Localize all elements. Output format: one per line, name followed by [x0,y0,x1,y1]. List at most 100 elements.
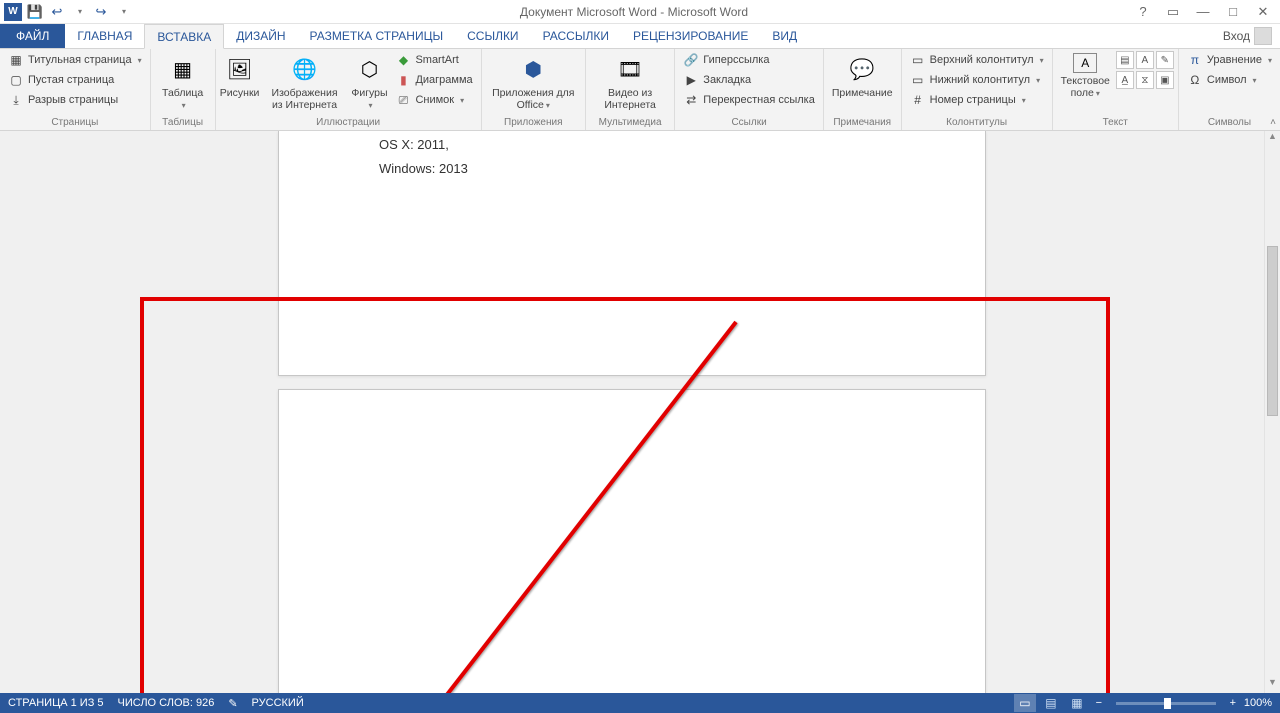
document-page-2[interactable] [278,389,986,693]
screenshot-button[interactable]: ⎚Снимок [391,91,476,109]
view-weblayout-button[interactable]: ▦ [1066,694,1088,712]
object-button[interactable]: ▣ [1156,71,1174,89]
tab-references[interactable]: ССЫЛКИ [455,24,530,48]
hyperlink-icon: 🔗 [683,52,699,68]
screenshot-icon: ⎚ [395,92,411,108]
chart-icon: ▮ [395,72,411,88]
table-button[interactable]: ▦ Таблица [155,51,211,114]
tab-design[interactable]: ДИЗАЙН [224,24,297,48]
ribbon-tabs: ФАЙЛ ГЛАВНАЯ ВСТАВКА ДИЗАЙН РАЗМЕТКА СТР… [0,24,1280,49]
table-icon: ▦ [167,53,199,85]
tab-file[interactable]: ФАЙЛ [0,24,65,48]
symbol-button[interactable]: ΩСимвол [1183,71,1276,89]
datetime-button[interactable]: ⧖ [1136,71,1154,89]
blank-page-icon: ▢ [8,72,24,88]
doc-line-2: Windows: 2013 [379,161,468,176]
scrollbar-thumb[interactable] [1267,246,1278,416]
help-icon[interactable]: ? [1132,1,1154,23]
tab-layout[interactable]: РАЗМЕТКА СТРАНИЦЫ [298,24,456,48]
undo-dropdown-icon[interactable] [70,3,88,21]
group-comments: 💬 Примечание Примечания [824,49,902,130]
online-video-button[interactable]: 🎞 Видео из Интернета [590,51,670,113]
online-pictures-button[interactable]: 🌐Изображения из Интернета [262,51,348,113]
ribbon-display-options-icon[interactable]: ▭ [1162,1,1184,23]
text-mini-grid: ▤ A ✎ A̲ ⧖ ▣ [1116,51,1174,89]
group-illustrations: 🖼Рисунки 🌐Изображения из Интернета ⬡Фигу… [216,49,482,130]
redo-icon[interactable]: ↪ [92,3,110,21]
close-icon[interactable]: ✕ [1252,1,1274,23]
video-icon: 🎞 [614,53,646,85]
status-wordcount[interactable]: ЧИСЛО СЛОВ: 926 [118,697,215,709]
status-language[interactable]: РУССКИЙ [252,697,304,709]
group-label-illustrations: Иллюстрации [220,116,477,130]
dropcap-button[interactable]: A̲ [1116,71,1134,89]
word-app-icon[interactable]: W [4,3,22,21]
group-media: 🎞 Видео из Интернета Мультимедиа [586,49,675,130]
signature-button[interactable]: ✎ [1156,51,1174,69]
page-break-button[interactable]: ⤓Разрыв страницы [4,91,146,109]
textbox-icon: A [1073,53,1097,73]
vertical-scrollbar[interactable]: ▲ ▼ [1264,131,1280,693]
zoom-slider[interactable] [1116,702,1216,705]
document-page-1[interactable]: OS X: 2011, Windows: 2013 [278,131,986,376]
scroll-up-icon[interactable]: ▲ [1265,131,1280,147]
blank-page-button[interactable]: ▢Пустая страница [4,71,146,89]
apps-icon: ⬢ [517,53,549,85]
smartart-button[interactable]: ◆SmartArt [391,51,476,69]
doc-line-1: OS X: 2011, [379,137,449,152]
sign-in-label: Вход [1223,29,1250,43]
cover-page-button[interactable]: ▦Титульная страница [4,51,146,69]
shapes-button[interactable]: ⬡Фигуры [349,51,389,114]
tab-home[interactable]: ГЛАВНАЯ [65,24,144,48]
window-title: Документ Microsoft Word - Microsoft Word [136,5,1132,19]
group-label-headerfooter: Колонтитулы [906,116,1048,130]
sign-in-link[interactable]: Вход [1215,24,1280,48]
pagenum-icon: # [910,92,926,108]
save-icon[interactable]: 💾 [26,3,44,21]
smartart-icon: ◆ [395,52,411,68]
bookmark-button[interactable]: ▶Закладка [679,71,819,89]
group-label-text: Текст [1057,116,1174,130]
view-printlayout-button[interactable]: ▤ [1040,694,1062,712]
footer-button[interactable]: ▭Нижний колонтитул [906,71,1048,89]
minimize-icon[interactable]: ― [1192,1,1214,23]
header-button[interactable]: ▭Верхний колонтитул [906,51,1048,69]
status-bar: СТРАНИЦА 1 ИЗ 5 ЧИСЛО СЛОВ: 926 ✎ РУССКИ… [0,693,1280,713]
tab-insert[interactable]: ВСТАВКА [144,24,224,49]
comment-icon: 💬 [846,53,878,85]
zoom-in-button[interactable]: + [1226,697,1240,709]
symbol-icon: Ω [1187,72,1203,88]
cross-reference-button[interactable]: ⇄Перекрестная ссылка [679,91,819,109]
scroll-down-icon[interactable]: ▼ [1265,677,1280,693]
document-workspace[interactable]: OS X: 2011, Windows: 2013 ▲ ▼ [0,131,1280,693]
tab-review[interactable]: РЕЦЕНЗИРОВАНИЕ [621,24,760,48]
zoom-percent[interactable]: 100% [1244,697,1272,709]
qat-customize-icon[interactable] [114,3,132,21]
group-label-apps: Приложения [486,116,581,130]
ribbon: ▦Титульная страница ▢Пустая страница ⤓Ра… [0,49,1280,131]
tab-mailings[interactable]: РАССЫЛКИ [531,24,621,48]
textbox-button[interactable]: A Текстовое поле [1057,51,1114,102]
group-symbols: πУравнение ΩСимвол Символы [1179,49,1280,130]
pictures-button[interactable]: 🖼Рисунки [220,51,260,101]
wordart-button[interactable]: A [1136,51,1154,69]
hyperlink-button[interactable]: 🔗Гиперссылка [679,51,819,69]
zoom-out-button[interactable]: − [1092,697,1106,709]
chart-button[interactable]: ▮Диаграмма [391,71,476,89]
status-page[interactable]: СТРАНИЦА 1 ИЗ 5 [8,697,104,709]
tab-view[interactable]: ВИД [760,24,809,48]
page-number-button[interactable]: #Номер страницы [906,91,1048,109]
undo-icon[interactable]: ↩ [48,3,66,21]
quick-parts-button[interactable]: ▤ [1116,51,1134,69]
group-tables: ▦ Таблица Таблицы [151,49,216,130]
group-label-symbols: Символы [1183,116,1276,130]
status-spellcheck-icon[interactable]: ✎ [228,697,237,710]
comment-button[interactable]: 💬 Примечание [828,51,897,101]
apps-for-office-button[interactable]: ⬢ Приложения для Office [486,51,581,114]
view-readmode-button[interactable]: ▭ [1014,694,1036,712]
group-label-comments: Примечания [828,116,897,130]
maximize-icon[interactable]: □ [1222,1,1244,23]
equation-button[interactable]: πУравнение [1183,51,1276,69]
zoom-slider-thumb[interactable] [1164,698,1171,709]
collapse-ribbon-icon[interactable]: ˄ [1270,117,1276,128]
